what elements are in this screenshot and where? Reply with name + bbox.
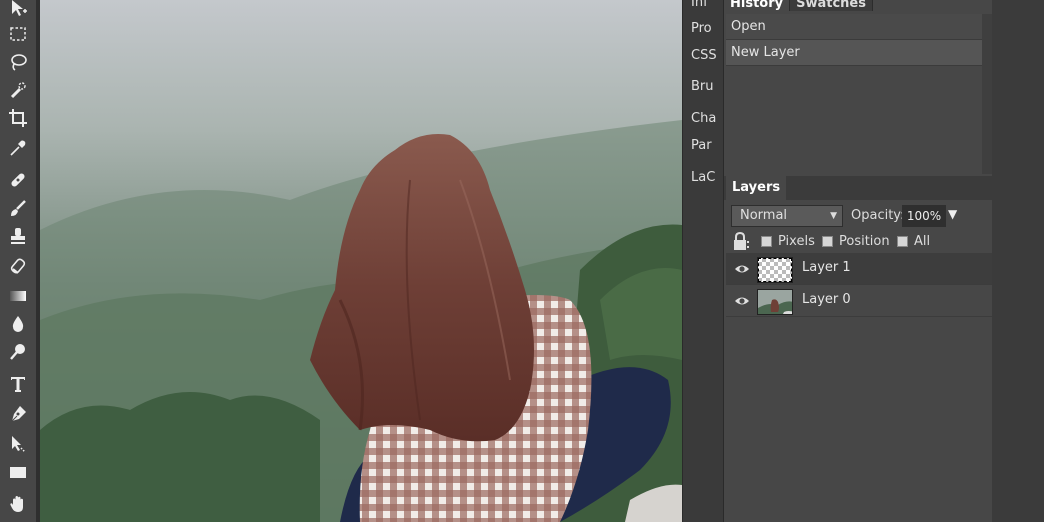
tab-swatches[interactable]: Swatches (790, 0, 873, 11)
pen-tool-icon[interactable] (4, 400, 32, 428)
eraser-tool-icon[interactable] (4, 252, 32, 280)
lock-icon (734, 231, 749, 250)
healing-tool-icon[interactable] (4, 166, 32, 194)
checkbox-box (822, 235, 833, 247)
checkbox-box (761, 235, 772, 247)
checkbox-box (897, 235, 908, 247)
shape-tool-icon[interactable] (4, 458, 32, 486)
path-select-tool-icon[interactable] (4, 430, 32, 458)
lock-pixels-checkbox[interactable]: Pixels (761, 233, 815, 249)
brush-tool-icon[interactable] (4, 194, 32, 222)
history-scrollbar[interactable] (982, 14, 992, 174)
eyedropper-tool-icon[interactable] (4, 134, 32, 162)
panel-tab-character[interactable]: Cha (683, 111, 723, 126)
lock-all-checkbox[interactable]: All (897, 233, 930, 249)
panel-tab-properties[interactable]: Pro (683, 21, 723, 36)
type-tool-icon[interactable] (4, 370, 32, 398)
opacity-label: Opacity: (851, 208, 905, 223)
collapsed-panels-column: Inf Pro CSS Bru Cha Par LaC (682, 0, 724, 522)
document-canvas[interactable] (40, 0, 682, 522)
lock-all-label: All (914, 233, 931, 249)
panel-tab-info[interactable]: Inf (683, 0, 723, 10)
layer-thumbnail-transparent (757, 257, 793, 283)
history-item-new-layer[interactable]: New Layer (726, 40, 982, 66)
history-tabbar: History Swatches (724, 0, 873, 11)
tool-bar (0, 0, 36, 522)
panel-tab-css[interactable]: CSS (683, 48, 723, 63)
crop-tool-icon[interactable] (4, 104, 32, 132)
right-panel-area: History Swatches Open New Layer Layers N… (724, 0, 1044, 522)
blend-mode-value: Normal (740, 208, 788, 223)
tab-history[interactable]: History (724, 0, 791, 11)
lock-position-label: Position (839, 233, 890, 249)
layers-tabbar: Layers (724, 176, 992, 200)
opacity-input[interactable]: 100% (902, 205, 946, 227)
panel-tab-paragraph[interactable]: Par (683, 138, 723, 153)
opacity-dropdown-icon[interactable]: ▼ (948, 207, 957, 221)
lock-pixels-label: Pixels (778, 233, 815, 249)
layer-name: Layer 0 (802, 292, 851, 307)
move-tool-icon[interactable] (4, 0, 32, 22)
layer-row-layer-1[interactable]: Layer 1 (726, 253, 992, 285)
blur-tool-icon[interactable] (4, 310, 32, 338)
panel-tab-layer-comps[interactable]: LaC (683, 170, 723, 185)
clone-stamp-tool-icon[interactable] (4, 222, 32, 250)
marquee-tool-icon[interactable] (4, 20, 32, 48)
chevron-down-icon: ▼ (830, 211, 837, 221)
tab-layers[interactable]: Layers (726, 176, 787, 200)
history-list: Open New Layer (726, 14, 982, 174)
layer-thumbnail-photo (757, 289, 793, 315)
blend-mode-select[interactable]: Normal ▼ (731, 205, 843, 227)
layer-row-layer-0[interactable]: Layer 0 (726, 285, 992, 317)
lasso-tool-icon[interactable] (4, 48, 32, 76)
gradient-tool-icon[interactable] (4, 282, 32, 310)
quick-select-tool-icon[interactable] (4, 76, 32, 104)
panels-stack: History Swatches Open New Layer Layers N… (724, 0, 992, 522)
dodge-tool-icon[interactable] (4, 338, 32, 366)
visibility-eye-icon[interactable] (734, 262, 750, 276)
visibility-eye-icon[interactable] (734, 294, 750, 308)
lock-position-checkbox[interactable]: Position (822, 233, 890, 249)
hand-tool-icon[interactable] (4, 490, 32, 518)
layer-name: Layer 1 (802, 260, 851, 275)
panel-tab-brush[interactable]: Bru (683, 79, 723, 94)
layers-list: Layer 1 Layer 0 (726, 253, 992, 317)
photo-image (40, 0, 682, 522)
photo-editor-app: Inf Pro CSS Bru Cha Par LaC History Swat… (0, 0, 1044, 522)
right-gutter (992, 0, 1044, 522)
history-item-open[interactable]: Open (726, 14, 982, 40)
